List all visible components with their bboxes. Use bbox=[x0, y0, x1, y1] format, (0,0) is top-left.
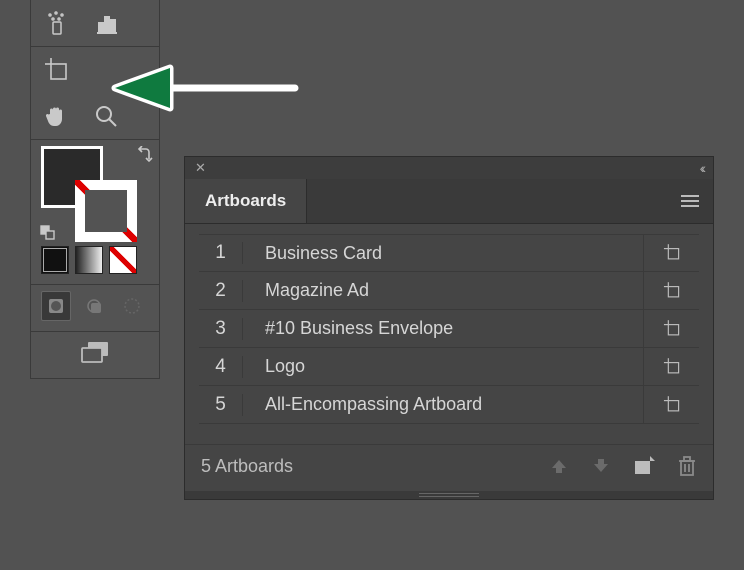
fill-stroke-swatches[interactable] bbox=[31, 140, 159, 240]
screen-mode-icon[interactable] bbox=[78, 340, 112, 364]
close-icon[interactable]: ✕ bbox=[195, 160, 206, 176]
row-number: 2 bbox=[199, 280, 243, 302]
stroke-swatch[interactable] bbox=[75, 180, 137, 242]
row-number: 1 bbox=[199, 242, 243, 264]
draw-behind-icon[interactable] bbox=[79, 291, 109, 321]
row-number: 4 bbox=[199, 356, 243, 378]
draw-normal-icon[interactable] bbox=[41, 291, 71, 321]
swap-fill-stroke-icon[interactable] bbox=[135, 146, 153, 164]
default-fill-stroke-icon[interactable] bbox=[39, 224, 57, 242]
artboard-count-label: 5 Artboards bbox=[201, 456, 549, 477]
symbol-sprayer-tool[interactable] bbox=[31, 0, 81, 46]
draw-inside-icon[interactable] bbox=[117, 291, 147, 321]
artboard-tool[interactable] bbox=[31, 47, 81, 93]
artboard-options-icon[interactable] bbox=[643, 272, 699, 309]
color-mode-none[interactable] bbox=[109, 246, 137, 274]
artboard-name[interactable]: Business Card bbox=[243, 243, 643, 264]
artboard-name[interactable]: #10 Business Envelope bbox=[243, 318, 643, 339]
delete-icon[interactable] bbox=[677, 455, 697, 477]
artboard-options-icon[interactable] bbox=[643, 348, 699, 385]
resize-grip[interactable] bbox=[185, 491, 713, 499]
artboard-row[interactable]: 3 #10 Business Envelope bbox=[199, 310, 699, 348]
collapse-icon[interactable]: ‹‹ bbox=[700, 160, 703, 176]
move-down-icon[interactable] bbox=[591, 456, 611, 476]
artboard-options-icon[interactable] bbox=[643, 235, 699, 271]
artboard-row[interactable]: 4 Logo bbox=[199, 348, 699, 386]
graph-tool[interactable] bbox=[81, 0, 131, 46]
hand-tool[interactable] bbox=[31, 93, 81, 139]
row-number: 5 bbox=[199, 394, 243, 416]
slice-tool-empty bbox=[81, 47, 131, 93]
artboards-panel: ✕ ‹‹ Artboards 1 Business Card 2 Magazin… bbox=[184, 156, 714, 500]
zoom-tool[interactable] bbox=[81, 93, 131, 139]
color-mode-gradient[interactable] bbox=[75, 246, 103, 274]
artboard-row[interactable]: 1 Business Card bbox=[199, 234, 699, 272]
artboard-row[interactable]: 2 Magazine Ad bbox=[199, 272, 699, 310]
move-up-icon[interactable] bbox=[549, 456, 569, 476]
panel-menu-icon[interactable] bbox=[667, 193, 713, 209]
artboard-name[interactable]: Logo bbox=[243, 356, 643, 377]
color-mode-solid[interactable] bbox=[41, 246, 69, 274]
artboard-options-icon[interactable] bbox=[643, 386, 699, 423]
artboard-name[interactable]: All-Encompassing Artboard bbox=[243, 394, 643, 415]
row-number: 3 bbox=[199, 318, 243, 340]
artboard-row[interactable]: 5 All-Encompassing Artboard bbox=[199, 386, 699, 424]
artboard-options-icon[interactable] bbox=[643, 310, 699, 347]
tools-panel bbox=[30, 0, 160, 379]
artboard-name[interactable]: Magazine Ad bbox=[243, 280, 643, 301]
new-artboard-icon[interactable] bbox=[633, 456, 655, 476]
tab-artboards[interactable]: Artboards bbox=[185, 179, 307, 223]
